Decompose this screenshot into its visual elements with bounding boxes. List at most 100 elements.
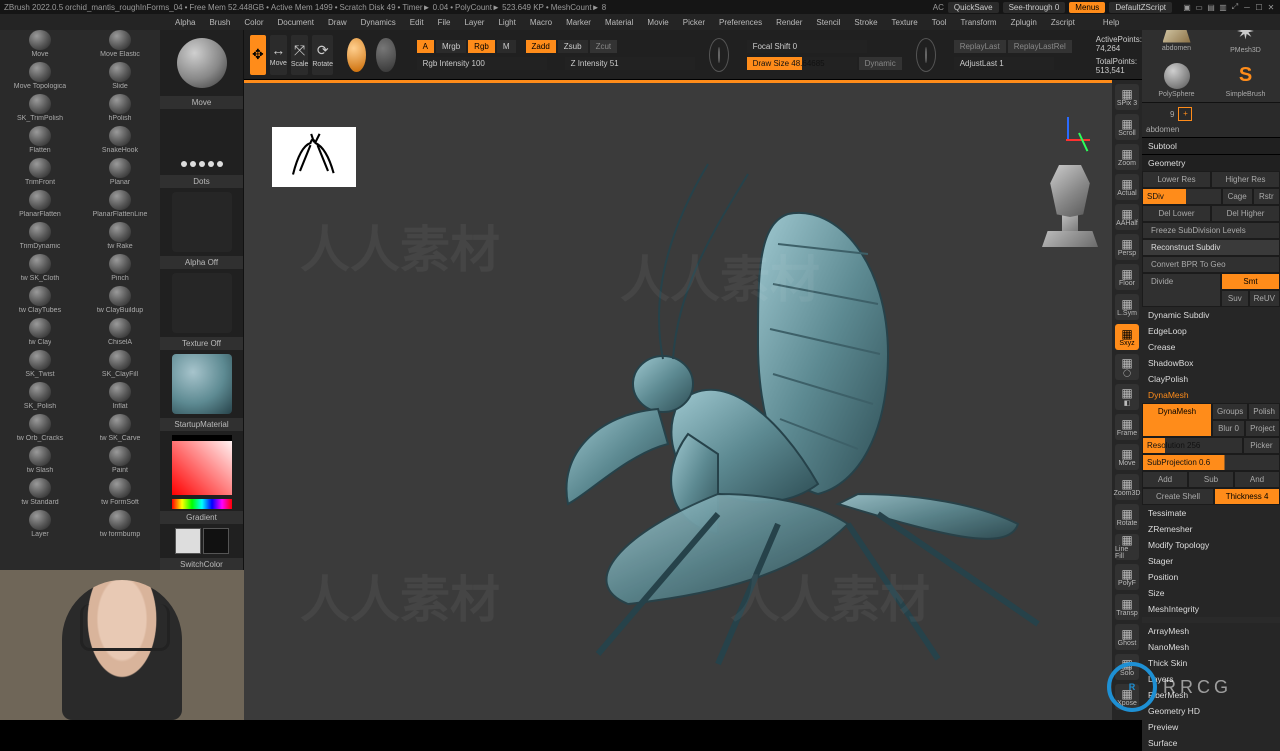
convert-bpr-button[interactable]: Convert BPR To Geo [1142,256,1280,273]
rail-scroll[interactable]: ▦Scroll [1115,114,1139,140]
menu-edit[interactable]: Edit [403,15,431,30]
panel-layers[interactable]: Layers [1142,671,1280,687]
texture-label[interactable]: Texture Off [160,337,243,350]
rail-l-sym[interactable]: ▦L.Sym [1115,294,1139,320]
brush-hpolish[interactable]: hPolish [80,92,160,124]
rail-polyf[interactable]: ▦PolyF [1115,564,1139,590]
reference-image[interactable] [272,127,356,187]
subprojection-slider[interactable]: SubProjection 0.6 [1142,454,1280,471]
brush-paint[interactable]: Paint [80,444,160,476]
brush-sk-clayfill[interactable]: SK_ClayFill [80,348,160,380]
panel-zremesher[interactable]: ZRemesher [1142,521,1280,537]
menu-transform[interactable]: Transform [953,15,1003,30]
rail-actual[interactable]: ▦Actual [1115,174,1139,200]
active-brush-icon[interactable] [177,38,227,88]
smt-toggle[interactable]: Smt [1221,273,1280,290]
brush-trimdynamic[interactable]: TrimDynamic [0,220,80,252]
float-icon[interactable]: ▭ [1194,2,1204,12]
adjust-last-slider[interactable]: AdjustLast 1 [954,57,1054,70]
gradient-label[interactable]: Gradient [160,511,243,524]
menu-layer[interactable]: Layer [457,15,491,30]
subtool-header[interactable]: Subtool [1142,138,1280,154]
panel-fibermesh[interactable]: FiberMesh [1142,687,1280,703]
mesh-mantis[interactable] [418,154,1058,674]
mode-zsub[interactable]: Zsub [558,40,588,53]
menu-picker[interactable]: Picker [676,15,712,30]
menu-document[interactable]: Document [271,15,321,30]
brush-planar[interactable]: Planar [80,156,160,188]
panel-geometry-hd[interactable]: Geometry HD [1142,703,1280,719]
divide-button[interactable]: Divide [1142,273,1221,307]
panel-modify-topology[interactable]: Modify Topology [1142,537,1280,553]
cage-toggle[interactable]: Cage [1222,188,1253,205]
menu-draw[interactable]: Draw [321,15,354,30]
menu-zplugin[interactable]: Zplugin [1004,15,1044,30]
brush-tw-rake[interactable]: tw Rake [80,220,160,252]
menu-zscript[interactable]: Zscript [1044,15,1082,30]
mode-zadd[interactable]: Zadd [526,40,556,53]
rail-zoom[interactable]: ▦Zoom [1115,144,1139,170]
brush-tw-sk-carve[interactable]: tw SK_Carve [80,412,160,444]
gizmo-mode-button[interactable]: ✥ [250,35,266,75]
brush-move-elastic[interactable]: Move Elastic [80,28,160,60]
rail-spix-3[interactable]: ▦SPix 3 [1115,84,1139,110]
menu-tool[interactable]: Tool [925,15,954,30]
panel-nanomesh[interactable]: NanoMesh [1142,639,1280,655]
rail-line-fill[interactable]: ▦Line Fill [1115,534,1139,560]
rail-ghost[interactable]: ▦Ghost [1115,624,1139,650]
panel-thick-skin[interactable]: Thick Skin [1142,655,1280,671]
rail-aahalf[interactable]: ▦AAHalf [1115,204,1139,230]
brush-pinch[interactable]: Pinch [80,252,160,284]
del-higher-button[interactable]: Del Higher [1211,205,1280,222]
mode-zcut[interactable]: Zcut [590,40,618,53]
menus-toggle[interactable]: Menus [1069,2,1105,13]
brush-tw-sk-cloth[interactable]: tw SK_Cloth [0,252,80,284]
collapse2-icon[interactable]: ▥ [1218,2,1228,12]
alpha-thumb[interactable] [172,192,232,252]
panel-arraymesh[interactable]: ArrayMesh [1142,623,1280,639]
alpha-label[interactable]: Alpha Off [160,256,243,269]
panel-preview[interactable]: Preview [1142,719,1280,735]
menu-render[interactable]: Render [769,15,809,30]
z-intensity-slider[interactable]: Z Intensity 51 [565,57,695,70]
menu-file[interactable]: File [431,15,458,30]
rail-xpose[interactable]: ▦Xpose [1115,684,1139,710]
menu-movie[interactable]: Movie [640,15,675,30]
panel-position[interactable]: Position [1142,569,1280,585]
brush-sk-twist[interactable]: SK_Twist [0,348,80,380]
rail-zoom3d[interactable]: ▦Zoom3D [1115,474,1139,500]
menu-material[interactable]: Material [598,15,640,30]
dynamesh-header[interactable]: DynaMesh [1142,387,1280,403]
draw-size-slider[interactable]: Draw Size 48.64685 [747,57,857,70]
del-lower-button[interactable]: Del Lower [1142,205,1211,222]
rail-transp[interactable]: ▦Transp [1115,594,1139,620]
rail-frame[interactable]: ▦Frame [1115,414,1139,440]
replay-gyro-icon[interactable] [916,38,936,72]
and-button[interactable]: And [1234,471,1280,488]
focal-gyro-icon[interactable] [709,38,729,72]
dynamesh-button[interactable]: DynaMesh [1142,403,1212,437]
brush-tw-clay[interactable]: tw Clay [0,316,80,348]
brush-trimfront[interactable]: TrimFront [0,156,80,188]
material-thumb[interactable] [172,354,232,414]
brush-move-topologica[interactable]: Move Topologica [0,60,80,92]
minimize-icon[interactable]: ─ [1242,2,1252,12]
menu-help[interactable]: Help [1096,15,1126,30]
rgb-intensity-slider[interactable]: Rgb Intensity 100 [417,57,547,70]
menu-light[interactable]: Light [491,15,522,30]
mode-rgb[interactable]: Rgb [468,40,495,53]
panel-crease[interactable]: Crease [1142,339,1280,355]
collapse-icon[interactable]: ▤ [1206,2,1216,12]
replay-last[interactable]: ReplayLast [954,40,1006,53]
brush-tw-formsoft[interactable]: tw FormSoft [80,476,160,508]
draw-orb-2[interactable] [376,38,395,72]
suv-toggle[interactable]: Suv [1221,290,1249,307]
color-picker[interactable] [172,435,232,495]
preset-add-row[interactable]: 9+ [1142,102,1280,125]
dynamic-toggle[interactable]: Dynamic [859,57,902,70]
panel-shadowbox[interactable]: ShadowBox [1142,355,1280,371]
freeze-subdiv-button[interactable]: Freeze SubDivision Levels [1142,222,1280,239]
rotate-mode-button[interactable]: ⟳Rotate [312,35,333,75]
rail-move[interactable]: ▦Move [1115,444,1139,470]
brush-tw-slash[interactable]: tw Slash [0,444,80,476]
